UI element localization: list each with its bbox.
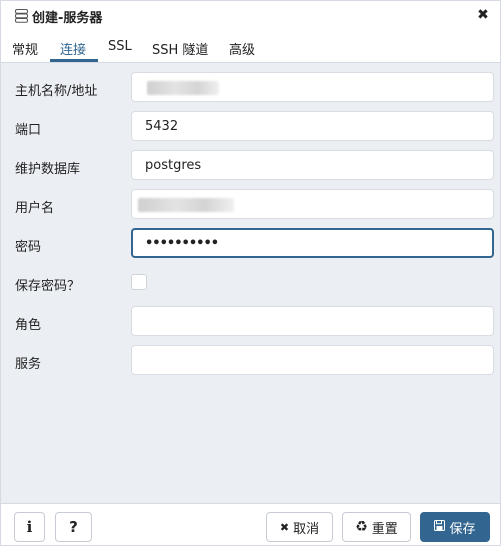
role-label: 角色 [15, 318, 42, 333]
service-input[interactable] [131, 345, 494, 375]
dialog-footer: i ? ✖ 取消 ♻ 重置 保存 [1, 503, 500, 545]
save-label: 保存 [449, 521, 476, 537]
host-label: 主机名称/地址 [15, 84, 98, 99]
maintenance-db-input[interactable]: postgres [131, 150, 494, 180]
maintenance-db-value: postgres [145, 157, 202, 173]
server-icon [15, 9, 28, 23]
host-input[interactable] [131, 72, 494, 102]
tab-general[interactable]: 常规 [12, 39, 38, 58]
help-icon: ? [69, 518, 78, 536]
info-icon: i [26, 518, 33, 536]
cancel-label: 取消 [293, 521, 320, 537]
save-button[interactable]: 保存 [420, 512, 490, 542]
info-button[interactable]: i [14, 512, 45, 542]
tab-ssh-tunnel[interactable]: SSH 隧道 [152, 39, 208, 58]
redacted-host [147, 81, 219, 95]
redacted-username [138, 198, 234, 212]
password-label: 密码 [15, 240, 42, 255]
active-tab-indicator [50, 59, 98, 62]
password-input[interactable]: •••••••••• [131, 228, 494, 258]
create-server-dialog: 创建-服务器 ✖ 常规 连接 SSL SSH 隧道 高级 主机名称/地址 端口 … [0, 0, 501, 546]
tab-connection[interactable]: 连接 [60, 39, 86, 58]
password-value: •••••••••• [145, 235, 219, 251]
reset-label: 重置 [371, 521, 398, 537]
username-input[interactable] [131, 189, 494, 219]
username-label: 用户名 [15, 201, 55, 216]
tab-advanced[interactable]: 高级 [229, 39, 255, 58]
help-button[interactable]: ? [55, 512, 92, 542]
dialog-titlebar: 创建-服务器 ✖ [1, 1, 500, 31]
close-icon: ✖ [279, 520, 290, 534]
floppy-disk-icon [434, 519, 446, 535]
save-password-checkbox[interactable] [131, 274, 147, 290]
port-input[interactable]: 5432 [131, 111, 494, 141]
maintenance-db-label: 维护数据库 [15, 162, 81, 177]
service-label: 服务 [15, 357, 42, 372]
close-icon[interactable]: ✖ [476, 7, 490, 23]
port-label: 端口 [15, 123, 42, 138]
cancel-button[interactable]: ✖ 取消 [266, 512, 333, 542]
role-input[interactable] [131, 306, 494, 336]
tab-ssl[interactable]: SSL [108, 39, 132, 54]
reset-button[interactable]: ♻ 重置 [342, 512, 411, 542]
recycle-icon: ♻ [355, 519, 368, 535]
save-password-label: 保存密码？ [15, 279, 81, 294]
dialog-title: 创建-服务器 [32, 11, 103, 26]
port-value: 5432 [145, 118, 179, 134]
